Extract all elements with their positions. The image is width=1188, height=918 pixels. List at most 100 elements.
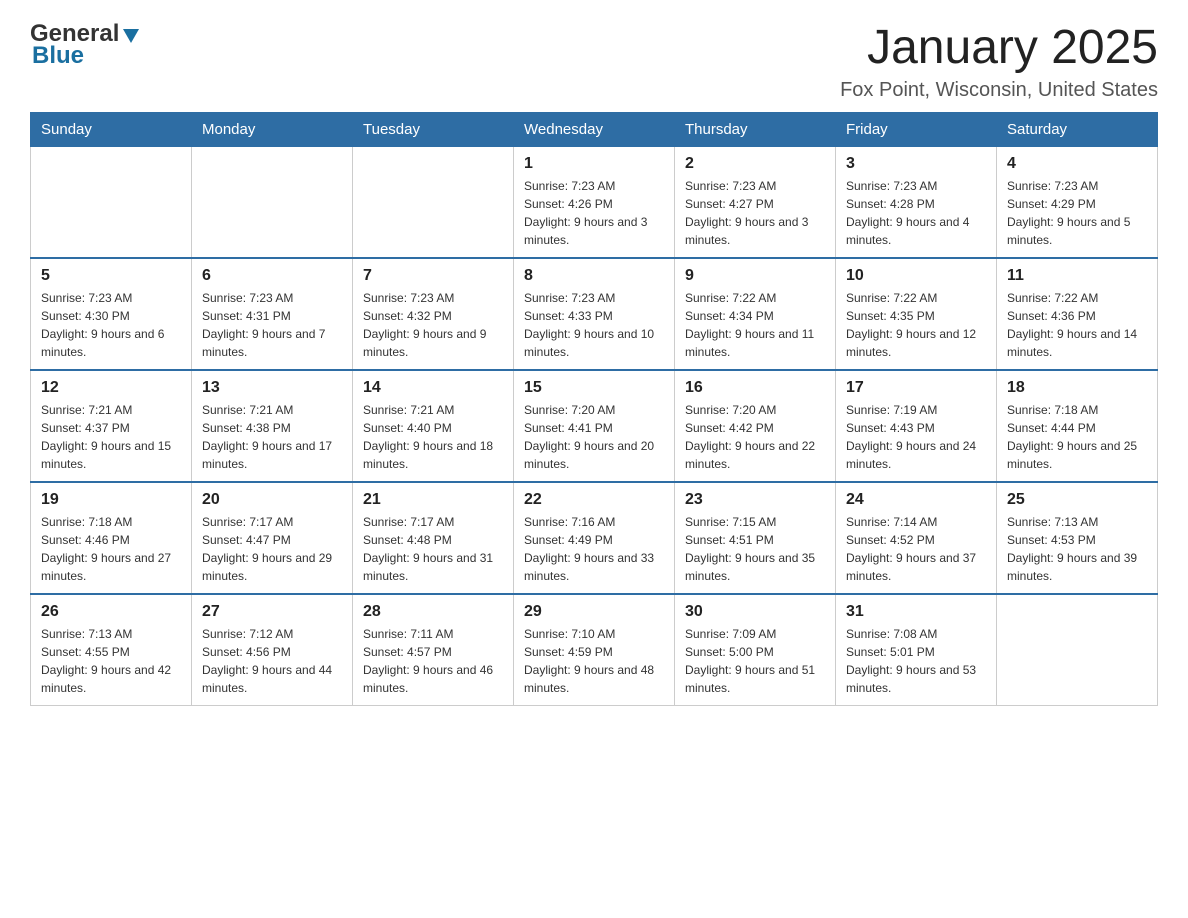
day-number: 2 bbox=[685, 155, 825, 173]
day-info: Sunrise: 7:11 AM Sunset: 4:57 PM Dayligh… bbox=[363, 625, 503, 697]
day-info: Sunrise: 7:08 AM Sunset: 5:01 PM Dayligh… bbox=[846, 625, 986, 697]
calendar-cell: 28 Sunrise: 7:11 AM Sunset: 4:57 PM Dayli… bbox=[353, 594, 514, 706]
day-number: 23 bbox=[685, 491, 825, 509]
day-number: 26 bbox=[41, 603, 181, 621]
day-number: 19 bbox=[41, 491, 181, 509]
day-number: 10 bbox=[846, 267, 986, 285]
day-number: 28 bbox=[363, 603, 503, 621]
day-number: 4 bbox=[1007, 155, 1147, 173]
calendar-cell: 18 Sunrise: 7:18 AM Sunset: 4:44 PM Dayli… bbox=[997, 370, 1158, 482]
day-info: Sunrise: 7:10 AM Sunset: 4:59 PM Dayligh… bbox=[524, 625, 664, 697]
calendar-cell: 7 Sunrise: 7:23 AM Sunset: 4:32 PM Daylig… bbox=[353, 258, 514, 370]
calendar-cell: 26 Sunrise: 7:13 AM Sunset: 4:55 PM Dayli… bbox=[31, 594, 192, 706]
calendar-cell: 8 Sunrise: 7:23 AM Sunset: 4:33 PM Daylig… bbox=[514, 258, 675, 370]
calendar-week-row: 12Sunrise: 7:21 AM Sunset: 4:37 PM Dayli… bbox=[31, 370, 1158, 482]
day-info: Sunrise: 7:09 AM Sunset: 5:00 PM Dayligh… bbox=[685, 625, 825, 697]
day-info: Sunrise: 7:15 AM Sunset: 4:51 PM Dayligh… bbox=[685, 513, 825, 585]
calendar-day-header: Monday bbox=[192, 113, 353, 147]
day-number: 8 bbox=[524, 267, 664, 285]
calendar-cell: 24 Sunrise: 7:14 AM Sunset: 4:52 PM Dayli… bbox=[836, 482, 997, 594]
calendar-cell: 14 Sunrise: 7:21 AM Sunset: 4:40 PM Dayli… bbox=[353, 370, 514, 482]
day-info: Sunrise: 7:23 AM Sunset: 4:29 PM Dayligh… bbox=[1007, 177, 1147, 249]
calendar-cell: 25Sunrise: 7:13 AM Sunset: 4:53 PM Dayli… bbox=[997, 482, 1158, 594]
day-number: 24 bbox=[846, 491, 986, 509]
day-info: Sunrise: 7:22 AM Sunset: 4:36 PM Dayligh… bbox=[1007, 289, 1147, 361]
calendar-cell: 16 Sunrise: 7:20 AM Sunset: 4:42 PM Dayli… bbox=[675, 370, 836, 482]
day-number: 15 bbox=[524, 379, 664, 397]
day-number: 22 bbox=[524, 491, 664, 509]
calendar-day-header: Thursday bbox=[675, 113, 836, 147]
calendar-cell: 13Sunrise: 7:21 AM Sunset: 4:38 PM Dayli… bbox=[192, 370, 353, 482]
day-info: Sunrise: 7:14 AM Sunset: 4:52 PM Dayligh… bbox=[846, 513, 986, 585]
calendar-cell: 31 Sunrise: 7:08 AM Sunset: 5:01 PM Dayli… bbox=[836, 594, 997, 706]
calendar-day-header: Tuesday bbox=[353, 113, 514, 147]
day-info: Sunrise: 7:12 AM Sunset: 4:56 PM Dayligh… bbox=[202, 625, 342, 697]
calendar-cell bbox=[192, 147, 353, 259]
calendar-cell: 9 Sunrise: 7:22 AM Sunset: 4:34 PM Daylig… bbox=[675, 258, 836, 370]
day-info: Sunrise: 7:23 AM Sunset: 4:30 PM Dayligh… bbox=[41, 289, 181, 361]
calendar-day-header: Sunday bbox=[31, 113, 192, 147]
day-info: Sunrise: 7:23 AM Sunset: 4:27 PM Dayligh… bbox=[685, 177, 825, 249]
day-number: 16 bbox=[685, 379, 825, 397]
calendar-cell: 10Sunrise: 7:22 AM Sunset: 4:35 PM Dayli… bbox=[836, 258, 997, 370]
calendar-cell: 15 Sunrise: 7:20 AM Sunset: 4:41 PM Dayli… bbox=[514, 370, 675, 482]
day-number: 6 bbox=[202, 267, 342, 285]
day-info: Sunrise: 7:18 AM Sunset: 4:46 PM Dayligh… bbox=[41, 513, 181, 585]
calendar-cell: 1Sunrise: 7:23 AM Sunset: 4:26 PM Daylig… bbox=[514, 147, 675, 259]
calendar-week-row: 19 Sunrise: 7:18 AM Sunset: 4:46 PM Dayli… bbox=[31, 482, 1158, 594]
day-number: 3 bbox=[846, 155, 986, 173]
calendar-cell: 23 Sunrise: 7:15 AM Sunset: 4:51 PM Dayli… bbox=[675, 482, 836, 594]
day-info: Sunrise: 7:21 AM Sunset: 4:40 PM Dayligh… bbox=[363, 401, 503, 473]
day-info: Sunrise: 7:20 AM Sunset: 4:42 PM Dayligh… bbox=[685, 401, 825, 473]
calendar-cell: 29 Sunrise: 7:10 AM Sunset: 4:59 PM Dayli… bbox=[514, 594, 675, 706]
calendar-cell: 3 Sunrise: 7:23 AM Sunset: 4:28 PM Daylig… bbox=[836, 147, 997, 259]
day-info: Sunrise: 7:22 AM Sunset: 4:34 PM Dayligh… bbox=[685, 289, 825, 361]
calendar-cell: 30 Sunrise: 7:09 AM Sunset: 5:00 PM Dayli… bbox=[675, 594, 836, 706]
day-number: 31 bbox=[846, 603, 986, 621]
day-number: 17 bbox=[846, 379, 986, 397]
day-number: 18 bbox=[1007, 379, 1147, 397]
calendar-cell bbox=[997, 594, 1158, 706]
month-title: January 2025 bbox=[840, 20, 1158, 75]
calendar-cell: 2 Sunrise: 7:23 AM Sunset: 4:27 PM Daylig… bbox=[675, 147, 836, 259]
calendar-cell: 11 Sunrise: 7:22 AM Sunset: 4:36 PM Dayli… bbox=[997, 258, 1158, 370]
day-info: Sunrise: 7:18 AM Sunset: 4:44 PM Dayligh… bbox=[1007, 401, 1147, 473]
day-number: 14 bbox=[363, 379, 503, 397]
calendar-cell: 12Sunrise: 7:21 AM Sunset: 4:37 PM Dayli… bbox=[31, 370, 192, 482]
logo-triangle-icon bbox=[121, 25, 141, 45]
calendar-header-row: SundayMondayTuesdayWednesdayThursdayFrid… bbox=[31, 113, 1158, 147]
calendar-table: SundayMondayTuesdayWednesdayThursdayFrid… bbox=[30, 112, 1158, 706]
calendar-day-header: Saturday bbox=[997, 113, 1158, 147]
calendar-cell: 4 Sunrise: 7:23 AM Sunset: 4:29 PM Daylig… bbox=[997, 147, 1158, 259]
day-info: Sunrise: 7:17 AM Sunset: 4:47 PM Dayligh… bbox=[202, 513, 342, 585]
logo: General Blue bbox=[30, 20, 141, 70]
day-info: Sunrise: 7:13 AM Sunset: 4:53 PM Dayligh… bbox=[1007, 513, 1147, 585]
day-info: Sunrise: 7:23 AM Sunset: 4:28 PM Dayligh… bbox=[846, 177, 986, 249]
day-number: 20 bbox=[202, 491, 342, 509]
day-info: Sunrise: 7:13 AM Sunset: 4:55 PM Dayligh… bbox=[41, 625, 181, 697]
day-number: 7 bbox=[363, 267, 503, 285]
day-number: 29 bbox=[524, 603, 664, 621]
calendar-cell: 27Sunrise: 7:12 AM Sunset: 4:56 PM Dayli… bbox=[192, 594, 353, 706]
day-number: 11 bbox=[1007, 267, 1147, 285]
day-info: Sunrise: 7:17 AM Sunset: 4:48 PM Dayligh… bbox=[363, 513, 503, 585]
calendar-cell: 5Sunrise: 7:23 AM Sunset: 4:30 PM Daylig… bbox=[31, 258, 192, 370]
day-number: 30 bbox=[685, 603, 825, 621]
calendar-cell bbox=[31, 147, 192, 259]
calendar-week-row: 26 Sunrise: 7:13 AM Sunset: 4:55 PM Dayli… bbox=[31, 594, 1158, 706]
day-info: Sunrise: 7:23 AM Sunset: 4:32 PM Dayligh… bbox=[363, 289, 503, 361]
calendar-cell bbox=[353, 147, 514, 259]
day-info: Sunrise: 7:16 AM Sunset: 4:49 PM Dayligh… bbox=[524, 513, 664, 585]
day-number: 9 bbox=[685, 267, 825, 285]
day-info: Sunrise: 7:20 AM Sunset: 4:41 PM Dayligh… bbox=[524, 401, 664, 473]
day-number: 21 bbox=[363, 491, 503, 509]
calendar-week-row: 1Sunrise: 7:23 AM Sunset: 4:26 PM Daylig… bbox=[31, 147, 1158, 259]
day-info: Sunrise: 7:19 AM Sunset: 4:43 PM Dayligh… bbox=[846, 401, 986, 473]
day-number: 13 bbox=[202, 379, 342, 397]
title-section: January 2025 Fox Point, Wisconsin, Unite… bbox=[840, 20, 1158, 102]
day-info: Sunrise: 7:23 AM Sunset: 4:31 PM Dayligh… bbox=[202, 289, 342, 361]
logo-blue-text: Blue bbox=[32, 42, 84, 70]
day-info: Sunrise: 7:23 AM Sunset: 4:33 PM Dayligh… bbox=[524, 289, 664, 361]
day-number: 1 bbox=[524, 155, 664, 173]
calendar-cell: 22 Sunrise: 7:16 AM Sunset: 4:49 PM Dayli… bbox=[514, 482, 675, 594]
